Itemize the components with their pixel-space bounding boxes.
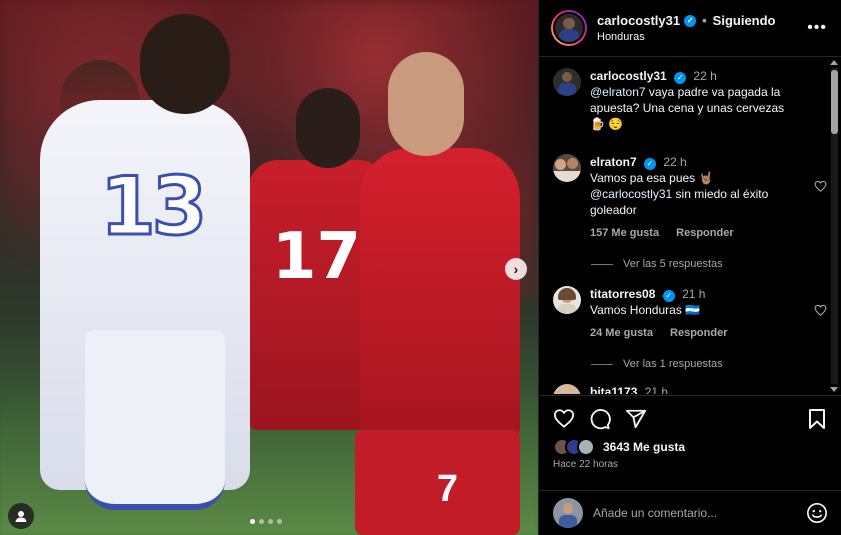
user-tag-icon — [15, 511, 27, 522]
carousel-dot — [268, 519, 273, 524]
reply-button[interactable]: Responder — [676, 227, 733, 239]
carousel-indicator — [250, 519, 282, 524]
shorts-number-7: 7 — [436, 468, 458, 510]
scroll-down-arrow[interactable] — [830, 387, 838, 392]
emoji-icon[interactable] — [806, 502, 828, 524]
post-time[interactable]: Hace 22 horas — [553, 459, 618, 470]
scroll-thumb[interactable] — [831, 70, 838, 134]
comment-avatar[interactable] — [553, 384, 581, 394]
player-red-main-head — [388, 52, 464, 156]
post-photo[interactable]: 17 13 7 › — [0, 0, 538, 535]
comment-time: 21 h — [644, 385, 669, 394]
post-header: carlocostly31 ✓ • Siguiendo Honduras ••• — [539, 0, 841, 57]
view-replies-label: Ver las 5 respuestas — [623, 258, 723, 270]
player-red-main-shorts: 7 — [355, 430, 520, 535]
author-username[interactable]: carlocostly31 — [597, 13, 680, 28]
verified-badge-icon: ✓ — [662, 290, 675, 302]
comment-avatar[interactable] — [553, 68, 581, 96]
player-red-main — [360, 148, 520, 438]
verified-badge-icon: ✓ — [644, 158, 657, 170]
liker-avatar[interactable] — [577, 438, 595, 456]
comments-scrollbar[interactable] — [828, 58, 840, 394]
view-replies-label: Ver las 1 respuestas — [623, 358, 723, 370]
separator: • — [702, 13, 707, 28]
add-comment-bar — [539, 490, 841, 535]
comment-item: titatorres08 ✓ 21 h Vamos Honduras 🇭🇳 24… — [553, 286, 827, 341]
current-user-avatar[interactable] — [553, 498, 583, 528]
comment-input[interactable] — [593, 506, 806, 520]
bookmark-icon[interactable] — [808, 408, 826, 430]
comment-likes[interactable]: 157 Me gusta — [590, 227, 659, 239]
jersey-number-13: 13 — [98, 159, 208, 255]
comment-likes[interactable]: 24 Me gusta — [590, 327, 653, 339]
comment-like-heart-icon[interactable] — [814, 304, 827, 316]
comment-like-heart-icon[interactable] — [814, 180, 827, 192]
comment-username[interactable]: bita1173 — [590, 385, 637, 394]
reply-button[interactable]: Responder — [670, 327, 727, 339]
comment-item: bita1173 21 h — [553, 384, 823, 394]
comment-mention[interactable]: @carlocostly31 — [590, 187, 672, 201]
chevron-right-icon: › — [513, 261, 519, 277]
player-red-back-head — [296, 88, 360, 168]
comment-time: 21 h — [682, 287, 706, 301]
following-button[interactable]: Siguiendo — [713, 13, 776, 28]
post-side-panel: carlocostly31 ✓ • Siguiendo Honduras •••… — [538, 0, 841, 535]
view-replies-button[interactable]: Ver las 5 respuestas — [591, 258, 723, 270]
heart-icon[interactable] — [553, 408, 575, 428]
likes-count[interactable]: 3643 Me gusta — [603, 440, 685, 454]
player-white-shorts — [85, 330, 225, 510]
comment-icon[interactable] — [589, 408, 611, 430]
comment-time: 22 h — [663, 155, 687, 169]
view-replies-button[interactable]: Ver las 1 respuestas — [591, 358, 723, 370]
comment-item: elraton7 ✓ 22 h Vamos pa esa pues 🤘🏽 @ca… — [553, 154, 827, 241]
carousel-dot — [277, 519, 282, 524]
comments-list: carlocostly31 ✓ 22 h @elraton7 vaya padr… — [539, 58, 841, 394]
tagged-users-button[interactable] — [8, 503, 34, 529]
author-avatar[interactable] — [551, 10, 587, 46]
comment-username[interactable]: carlocostly31 — [590, 69, 667, 83]
more-options-icon[interactable]: ••• — [807, 19, 827, 37]
comment-username[interactable]: elraton7 — [590, 155, 637, 169]
post-location[interactable]: Honduras — [597, 31, 776, 43]
player-white-head — [140, 14, 230, 114]
verified-badge-icon: ✓ — [684, 14, 697, 27]
share-icon[interactable] — [625, 408, 647, 430]
carousel-dot — [250, 519, 255, 524]
comment-avatar[interactable] — [553, 286, 581, 314]
comment-avatar[interactable] — [553, 154, 581, 182]
jersey-number-17: 17 — [272, 220, 362, 294]
comment-text: Vamos pa esa pues 🤘🏽 — [590, 171, 714, 185]
verified-badge-icon: ✓ — [674, 72, 687, 84]
carousel-dot — [259, 519, 264, 524]
post-actions: 3643 Me gusta Hace 22 horas — [539, 395, 841, 490]
next-photo-button[interactable]: › — [505, 258, 527, 280]
comment-time: 22 h — [693, 69, 717, 83]
scroll-up-arrow[interactable] — [830, 60, 838, 65]
comment-mention[interactable]: @elraton7 — [590, 85, 646, 99]
comment-text: Vamos Honduras 🇭🇳 — [590, 303, 701, 317]
comment-item: carlocostly31 ✓ 22 h @elraton7 vaya padr… — [553, 68, 823, 132]
comment-username[interactable]: titatorres08 — [590, 287, 655, 301]
